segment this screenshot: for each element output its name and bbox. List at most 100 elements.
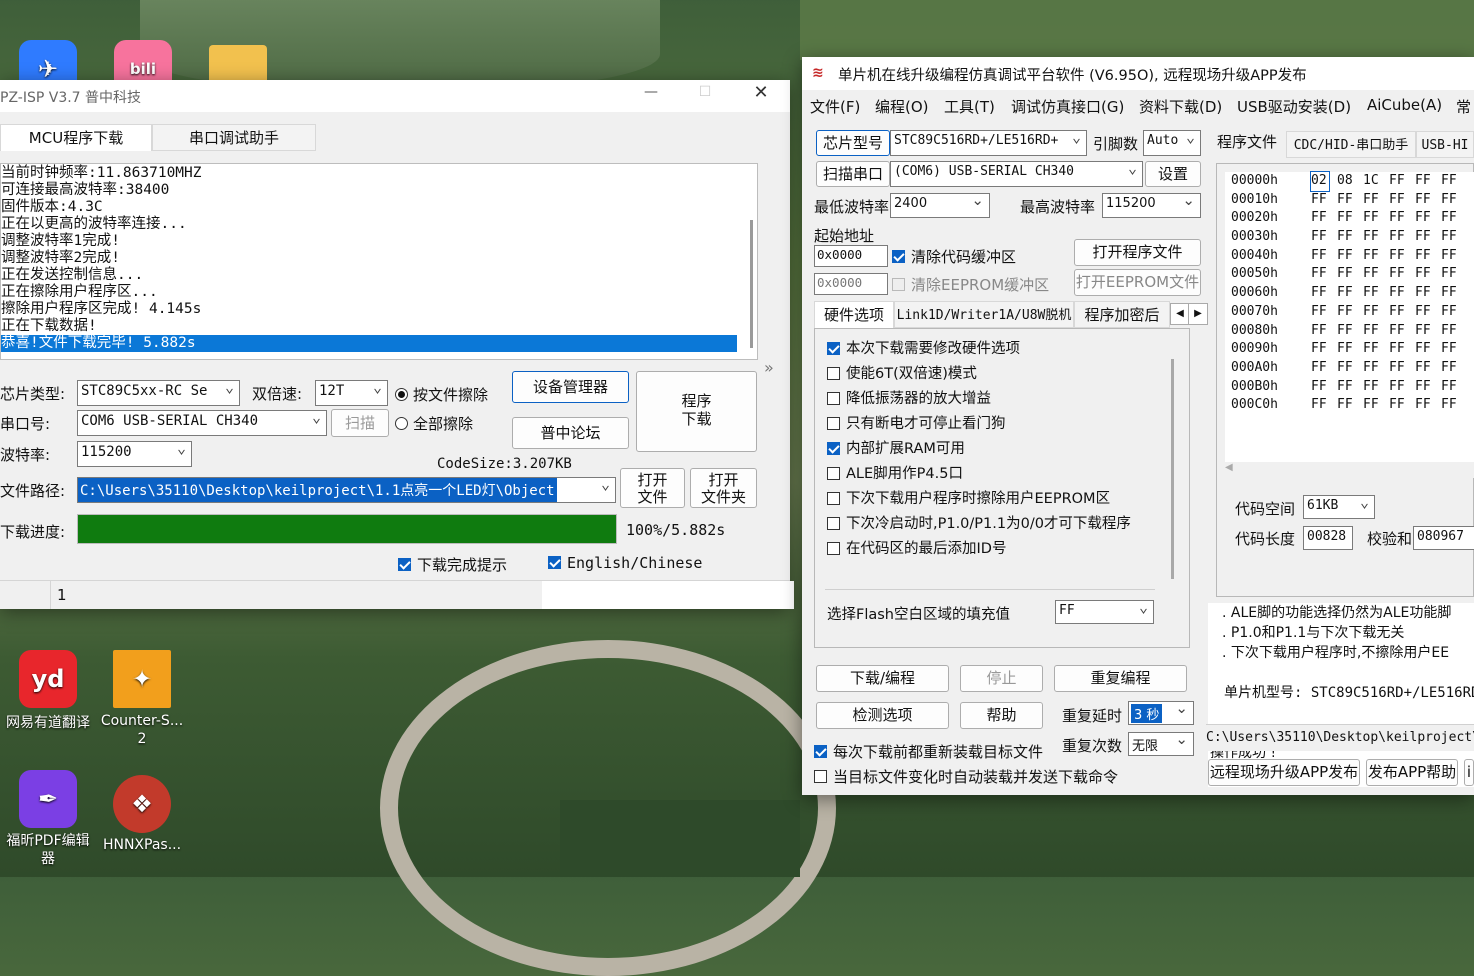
hex-byte[interactable]: FF bbox=[1337, 378, 1363, 397]
hex-byte[interactable]: FF bbox=[1337, 265, 1363, 284]
hex-byte[interactable]: FF bbox=[1363, 340, 1389, 359]
hex-byte[interactable]: FF bbox=[1441, 303, 1467, 322]
hex-byte[interactable]: FF bbox=[1337, 303, 1363, 322]
open-eeprom-file-button[interactable]: 打开EEPROM文件 bbox=[1074, 269, 1201, 296]
program-download-button[interactable]: 程序 下载 bbox=[636, 371, 757, 452]
hex-byte[interactable]: FF bbox=[1363, 359, 1389, 378]
menu-item[interactable]: 常 bbox=[1456, 96, 1471, 117]
reload-each-checkbox[interactable]: 每次下载前都重新装载目标文件 bbox=[814, 741, 1043, 762]
hex-byte[interactable]: FF bbox=[1311, 247, 1337, 266]
hex-byte[interactable]: FF bbox=[1441, 340, 1467, 359]
hardware-option-checkbox[interactable]: 降低振荡器的放大增益 bbox=[827, 387, 1172, 412]
hex-byte[interactable]: FF bbox=[1311, 228, 1337, 247]
hex-byte[interactable]: FF bbox=[1441, 396, 1467, 415]
hex-byte[interactable]: FF bbox=[1337, 284, 1363, 303]
hex-byte[interactable]: FF bbox=[1415, 396, 1441, 415]
repeat-delay-select[interactable]: 3 秒 bbox=[1128, 701, 1194, 725]
hex-byte[interactable]: 08 bbox=[1337, 172, 1363, 191]
menu-item[interactable]: 资料下载(D) bbox=[1139, 96, 1222, 117]
hex-byte[interactable]: FF bbox=[1311, 209, 1337, 228]
hex-byte[interactable]: FF bbox=[1415, 228, 1441, 247]
eeprom-start-address-input[interactable]: 0x0000 bbox=[814, 273, 888, 295]
hex-byte[interactable]: FF bbox=[1415, 247, 1441, 266]
hex-byte[interactable]: FF bbox=[1389, 340, 1415, 359]
done-prompt-checkbox[interactable]: 下载完成提示 bbox=[398, 554, 507, 575]
hex-byte[interactable]: FF bbox=[1389, 284, 1415, 303]
expand-chevron-icon[interactable]: » bbox=[764, 358, 774, 377]
hex-byte[interactable]: FF bbox=[1441, 172, 1467, 191]
hex-byte[interactable]: FF bbox=[1441, 378, 1467, 397]
hex-byte[interactable]: FF bbox=[1363, 265, 1389, 284]
menu-item[interactable]: 文件(F) bbox=[810, 96, 860, 117]
download-program-button[interactable]: 下载/编程 bbox=[816, 665, 949, 692]
hex-byte[interactable]: FF bbox=[1415, 359, 1441, 378]
hardware-option-checkbox[interactable]: 内部扩展RAM可用 bbox=[827, 437, 1172, 462]
hex-byte[interactable]: FF bbox=[1311, 265, 1337, 284]
hex-byte[interactable]: FF bbox=[1363, 247, 1389, 266]
tab-serial-assistant[interactable]: 串口调试助手 bbox=[152, 124, 316, 151]
hex-byte[interactable]: FF bbox=[1311, 378, 1337, 397]
hardware-option-checkbox[interactable]: 下次下载用户程序时擦除用户EEPROM区 bbox=[827, 487, 1172, 512]
double-speed-select[interactable]: 12T bbox=[315, 380, 388, 406]
counter-strike-desktop-icon[interactable]: ✦ Counter-S... 2 bbox=[94, 650, 190, 748]
log-scrollbar[interactable] bbox=[750, 220, 753, 348]
hex-byte[interactable]: FF bbox=[1415, 172, 1441, 191]
code-space-select[interactable]: 61KB bbox=[1303, 495, 1375, 519]
hex-byte[interactable]: FF bbox=[1415, 322, 1441, 341]
erase-by-file-radio[interactable]: 按文件擦除 bbox=[395, 384, 488, 405]
hex-byte[interactable]: FF bbox=[1389, 172, 1415, 191]
tab-scroll-left-icon[interactable]: ◀ bbox=[1170, 303, 1190, 325]
hex-byte[interactable]: FF bbox=[1389, 228, 1415, 247]
language-checkbox[interactable]: English/Chinese bbox=[548, 554, 702, 572]
stc-port-select[interactable]: (COM6) USB-SERIAL CH340 bbox=[890, 161, 1143, 187]
hardware-option-checkbox[interactable]: 本次下载需要修改硬件选项 bbox=[827, 337, 1172, 362]
hex-byte[interactable]: FF bbox=[1337, 322, 1363, 341]
hex-byte[interactable]: FF bbox=[1311, 396, 1337, 415]
hardware-option-checkbox[interactable]: 只有断电才可停止看门狗 bbox=[827, 412, 1172, 437]
hex-byte[interactable]: FF bbox=[1311, 322, 1337, 341]
hnnx-desktop-icon[interactable]: ❖ HNNXPas... bbox=[94, 775, 190, 853]
hex-byte[interactable]: FF bbox=[1389, 322, 1415, 341]
open-folder-button[interactable]: 打开 文件夹 bbox=[690, 468, 757, 508]
tab-cdc-hid-serial[interactable]: CDC/HID-串口助手 bbox=[1286, 131, 1416, 158]
tab-mcu-download[interactable]: MCU程序下载 bbox=[0, 124, 152, 151]
fill-value-select[interactable]: FF bbox=[1055, 600, 1154, 624]
hex-byte[interactable]: FF bbox=[1311, 303, 1337, 322]
hex-byte[interactable]: FF bbox=[1441, 322, 1467, 341]
menu-item[interactable]: 调试仿真接口(G) bbox=[1011, 96, 1124, 117]
hex-byte[interactable]: FF bbox=[1337, 247, 1363, 266]
hex-byte[interactable]: FF bbox=[1389, 396, 1415, 415]
hex-byte[interactable]: FF bbox=[1337, 191, 1363, 210]
hex-byte[interactable]: FF bbox=[1415, 209, 1441, 228]
tab-link1d-offline[interactable]: Link1D/Writer1A/U8W脱机 bbox=[894, 301, 1074, 328]
hex-byte[interactable]: FF bbox=[1363, 322, 1389, 341]
hex-byte[interactable]: FF bbox=[1389, 265, 1415, 284]
hex-byte[interactable]: FF bbox=[1337, 209, 1363, 228]
scan-port-button[interactable]: 扫描串口 bbox=[816, 161, 890, 187]
auto-send-checkbox[interactable]: 当目标文件变化时自动装载并发送下载命令 bbox=[814, 766, 1118, 787]
hex-byte[interactable]: FF bbox=[1389, 359, 1415, 378]
hex-byte[interactable]: FF bbox=[1415, 378, 1441, 397]
hex-byte[interactable]: FF bbox=[1311, 359, 1337, 378]
youdao-desktop-icon[interactable]: yd 网易有道翻译 bbox=[0, 650, 96, 732]
hex-byte[interactable]: FF bbox=[1363, 303, 1389, 322]
hex-byte[interactable]: FF bbox=[1415, 303, 1441, 322]
hex-byte[interactable]: FF bbox=[1363, 396, 1389, 415]
minimize-icon[interactable]: — bbox=[636, 84, 666, 100]
hex-byte[interactable]: FF bbox=[1337, 228, 1363, 247]
repeat-count-select[interactable]: 无限 bbox=[1128, 732, 1194, 756]
clear-eeprom-checkbox[interactable]: 清除EEPROM缓冲区 bbox=[892, 274, 1049, 295]
help-button[interactable]: 帮助 bbox=[960, 702, 1043, 729]
hex-byte[interactable]: FF bbox=[1337, 340, 1363, 359]
maximize-icon[interactable]: ☐ bbox=[690, 84, 720, 100]
code-start-address-input[interactable]: 0x0000 bbox=[814, 245, 888, 267]
menu-item[interactable]: 工具(T) bbox=[944, 96, 995, 117]
hardware-option-checkbox[interactable]: 使能6T(双倍速)模式 bbox=[827, 362, 1172, 387]
chip-model-select[interactable]: STC89C516RD+/LE516RD+ bbox=[890, 130, 1087, 156]
hex-byte[interactable]: FF bbox=[1337, 359, 1363, 378]
baud-select[interactable]: 115200 bbox=[77, 441, 192, 467]
hex-byte[interactable]: FF bbox=[1363, 378, 1389, 397]
hex-byte[interactable]: FF bbox=[1363, 209, 1389, 228]
chip-type-select[interactable]: STC89C5xx-RC Se bbox=[77, 380, 240, 406]
publish-app-help-button[interactable]: 发布APP帮助 bbox=[1366, 759, 1458, 786]
